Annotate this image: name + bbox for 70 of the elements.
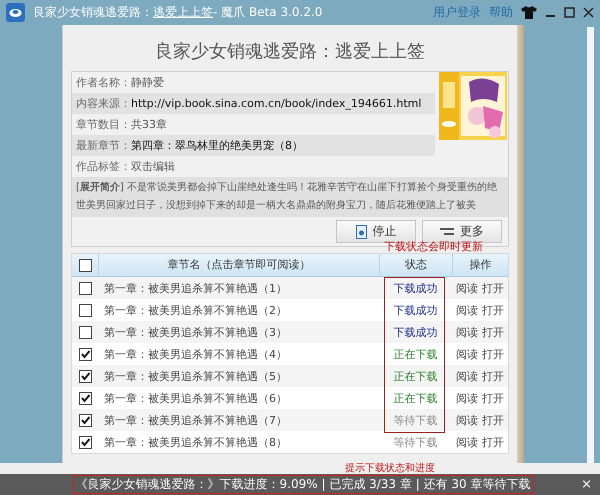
chapter-link[interactable]: 第一章：被美男追杀算不算艳遇（2） [98, 302, 287, 318]
annotation-text: 提示下载状态和进度 [345, 463, 435, 474]
checkbox[interactable] [78, 414, 92, 426]
action-link[interactable]: 阅读 [456, 302, 478, 318]
column-header[interactable]: 操作 [452, 254, 508, 276]
status-text: 下载成功 [394, 304, 438, 316]
window-title: 良家少女销魂逃爱路： [33, 4, 153, 21]
annotation-text: 下载状态会即时更新 [384, 241, 483, 253]
checkbox[interactable] [78, 326, 92, 338]
close-icon[interactable] [583, 7, 594, 18]
action-link[interactable]: 阅读 [456, 390, 478, 406]
checkbox[interactable] [78, 370, 92, 382]
status-text: 正在下载 [394, 348, 438, 360]
synopsis: [展开简介] 不是常说美男都会掉下山崖绝处逢生吗！花雅辛苦守在山崖下打算捡个身受重伤的绝世美男回家过日子，没想到掉下来的却是一柄大名鼎鼎的附身宝刀，随后花雅便踏上了被美 [72, 177, 508, 217]
status-text: 正在下载 [394, 392, 438, 404]
field-value: 双击编辑 [131, 160, 175, 173]
checkbox[interactable] [78, 436, 92, 448]
status-text: 正在下载 [394, 370, 438, 382]
action-link[interactable]: 打开 [482, 434, 504, 450]
status-text: 等待下载 [394, 436, 438, 448]
checkbox[interactable] [78, 348, 92, 360]
field-label: 作品标签： [76, 160, 131, 173]
field-value: 共33章 [131, 118, 167, 131]
progress-text: 《良家少女销魂逃爱路：》下载进度：9.09% | 已完成 3/33 章 | 还有 30 章等待下载 [76, 476, 530, 493]
app-logo-icon [6, 3, 25, 22]
status-text: 等待下载 [394, 414, 438, 426]
field-value: http://vip.book.sina.com.cn/book/index_194661.html [131, 97, 422, 110]
chapter-link[interactable]: 第一章：被美男追杀算不算艳遇（3） [98, 324, 287, 340]
action-link[interactable]: 打开 [482, 280, 504, 296]
scrollbar[interactable] [587, 27, 594, 463]
close-button[interactable]: × [581, 477, 592, 492]
chapter-link[interactable]: 第一章：被美男追杀算不算艳遇（4） [98, 346, 287, 362]
document-icon [356, 224, 366, 238]
action-link[interactable]: 打开 [482, 302, 504, 318]
field-label: 章节数目： [76, 118, 131, 131]
action-link[interactable]: 阅读 [456, 434, 478, 450]
action-link[interactable]: 打开 [482, 390, 504, 406]
action-link[interactable]: 打开 [482, 368, 504, 384]
action-link[interactable]: 阅读 [456, 412, 478, 428]
maximize-icon[interactable] [564, 7, 575, 18]
field-value: 第四章：翠鸟林里的绝美男宠（8） [131, 139, 303, 152]
list-icon [440, 226, 454, 236]
action-link[interactable]: 阅读 [456, 346, 478, 362]
checkbox[interactable] [78, 392, 92, 404]
action-link[interactable]: 阅读 [456, 280, 478, 296]
chapter-link[interactable]: 第一章：被美男追杀算不算艳遇（6） [98, 390, 287, 406]
shirt-icon[interactable] [521, 6, 537, 19]
window-title: 逃爱上上签 [153, 4, 213, 21]
field-label: 作者名称： [76, 76, 131, 89]
chapter-link[interactable]: 第一章：被美男追杀算不算艳遇（5） [98, 368, 287, 384]
column-header[interactable]: 章节名（点击章节即可阅读） [98, 254, 379, 276]
chapter-link[interactable]: 第一章：被美男追杀算不算艳遇（1） [98, 280, 287, 296]
checkbox[interactable] [78, 258, 92, 272]
column-header[interactable]: 状态 [379, 254, 452, 276]
field-label: 最新章节： [76, 139, 131, 152]
action-link[interactable]: 打开 [482, 346, 504, 362]
action-link[interactable]: 打开 [482, 324, 504, 340]
status-text: 下载成功 [394, 282, 438, 294]
window-title: - 魔爪 Beta 3.0.2.0 [213, 4, 322, 21]
field-label: 内容来源： [76, 97, 131, 110]
chapter-link[interactable]: 第一章：被美男追杀算不算艳遇（7） [98, 412, 287, 428]
status-text: 下载成功 [394, 326, 438, 338]
action-link[interactable]: 阅读 [456, 368, 478, 384]
book-title: 良家少女销魂逃爱路：逃爱上上签 [154, 40, 426, 64]
action-link[interactable]: 打开 [482, 412, 504, 428]
field-value: 静静爱 [131, 76, 164, 89]
checkbox[interactable] [78, 282, 92, 294]
checkbox[interactable] [78, 304, 92, 316]
action-link[interactable]: 阅读 [456, 324, 478, 340]
chapter-link[interactable]: 第一章：被美男追杀算不算艳遇（8） [98, 434, 287, 450]
